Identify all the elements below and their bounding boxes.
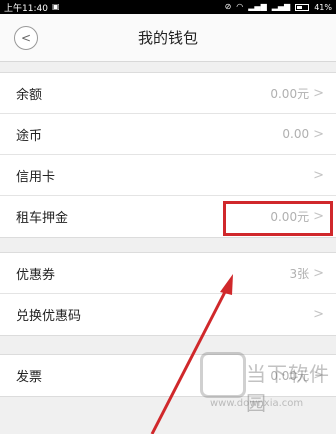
watermark: 当下软件园 www.downxia.com — [200, 350, 336, 434]
watermark-url: www.downxia.com — [210, 398, 304, 409]
watermark-logo-icon — [200, 352, 246, 398]
